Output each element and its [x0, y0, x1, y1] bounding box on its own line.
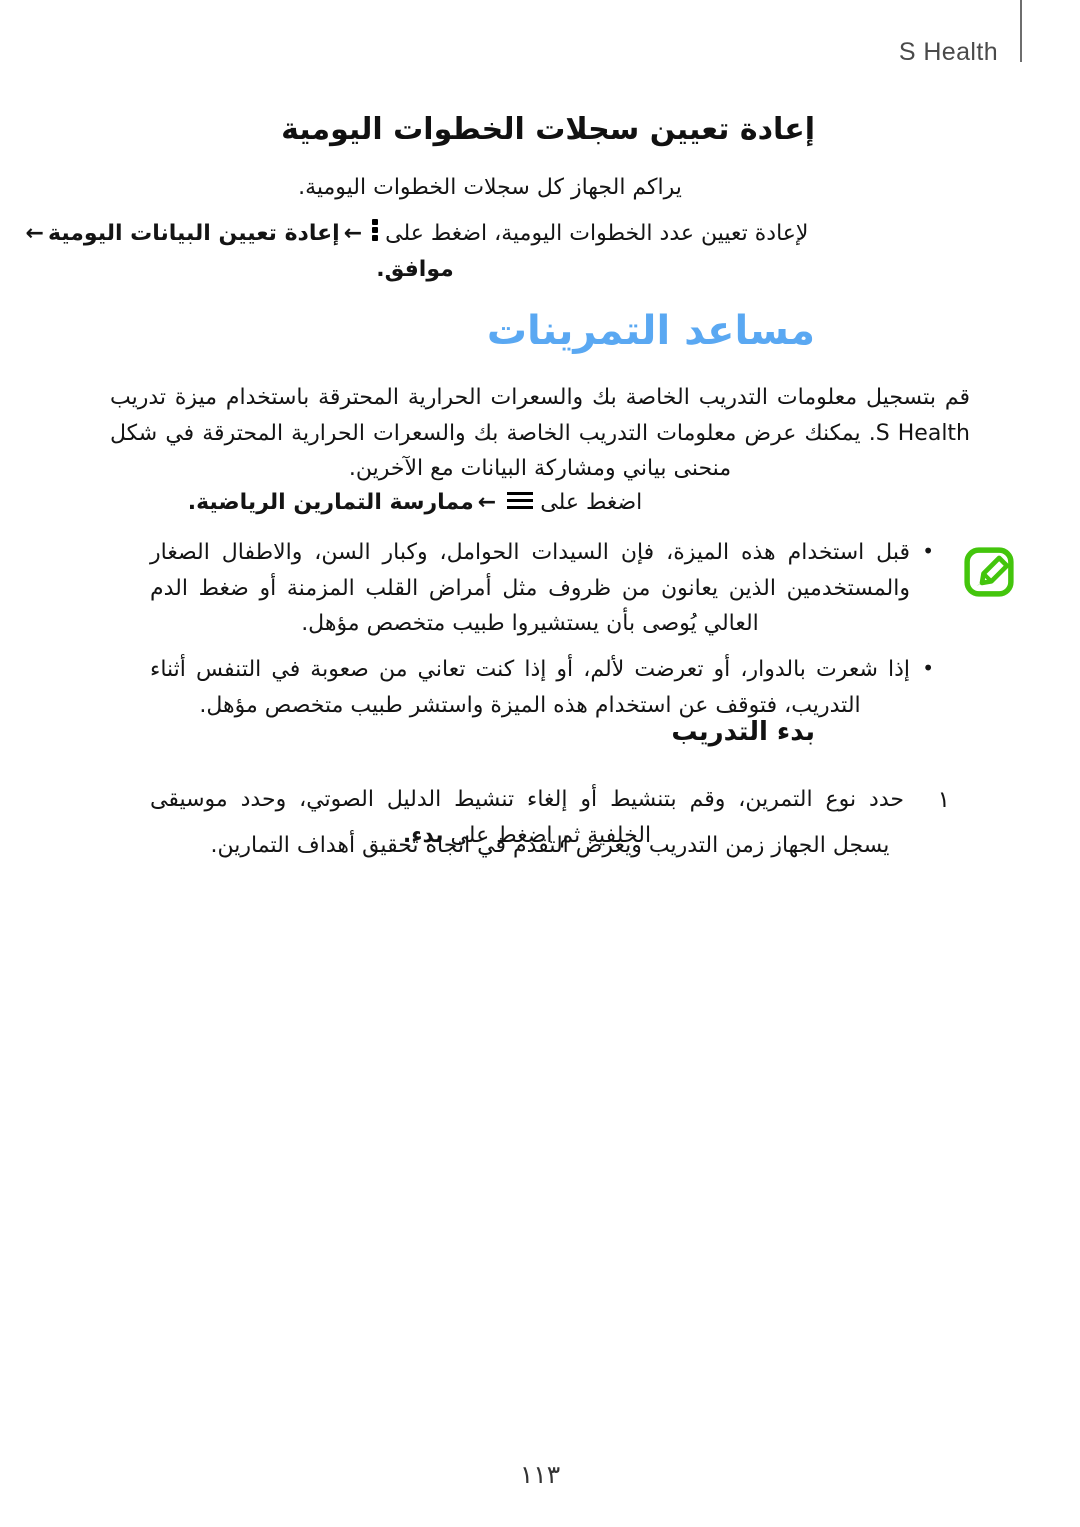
heading-exercise-mate: مساعد التمرينات: [486, 308, 815, 354]
heading-reset-daily-steps: إعادة تعيين سجلات الخطوات اليومية: [281, 112, 815, 147]
instruction-prefix-text: لإعادة تعيين عدد الخطوات اليومية، اضغط ع…: [385, 221, 809, 246]
note-list-item: إذا شعرت بالدوار، أو تعرضت لألم، أو إذا …: [150, 652, 936, 723]
note-pencil-icon: [964, 547, 1014, 597]
page-header: S Health: [0, 0, 1080, 72]
paragraph-exercise-mate: قم بتسجيل معلومات التدريب الخاصة بك والس…: [110, 385, 971, 482]
instruction-bold-practice-sports: ممارسة التمارين الرياضية.: [187, 490, 474, 515]
header-divider-rule: [1020, 0, 1022, 62]
header-section-title: S Health: [898, 38, 998, 66]
page-number: ١١٣: [519, 1460, 561, 1489]
note-block: قبل استخدام هذه الميزة، فإن السيدات الحو…: [20, 535, 1020, 733]
instruction-prefix-text-2: اضغط على: [540, 490, 643, 515]
step-number: ١: [937, 787, 950, 813]
note-list: قبل استخدام هذه الميزة، فإن السيدات الحو…: [20, 535, 958, 733]
step-note-text: يسجل الجهاز زمن التدريب ويعرض التقدم في …: [210, 833, 890, 858]
kebab-menu-icon[interactable]: [372, 218, 379, 242]
document-page: S Health إعادة تعيين سجلات الخطوات اليوم…: [0, 0, 1080, 1527]
heading-start-training: بدء التدريب: [671, 717, 815, 747]
instruction-reset-daily-steps: لإعادة تعيين عدد الخطوات اليومية، اضغط ع…: [15, 216, 815, 287]
note-icon-container: [958, 535, 1020, 597]
arrow-icon-2: ←: [25, 221, 44, 246]
instruction-bold-reset-daily-data: إعادة تعيين البيانات اليومية: [47, 221, 340, 246]
note-list-item: قبل استخدام هذه الميزة، فإن السيدات الحو…: [150, 535, 936, 642]
instruction-exercise-mate: اضغط على ←ممارسة التمارين الرياضية.: [15, 485, 815, 521]
arrow-icon-3: ←: [477, 490, 497, 515]
paragraph-reset-daily-steps: يراكم الجهاز كل سجلات الخطوات اليومية.: [298, 175, 682, 200]
instruction-bold-ok: موافق.: [376, 256, 454, 282]
hamburger-menu-icon[interactable]: [507, 491, 534, 511]
arrow-icon-1: ←: [343, 221, 363, 246]
